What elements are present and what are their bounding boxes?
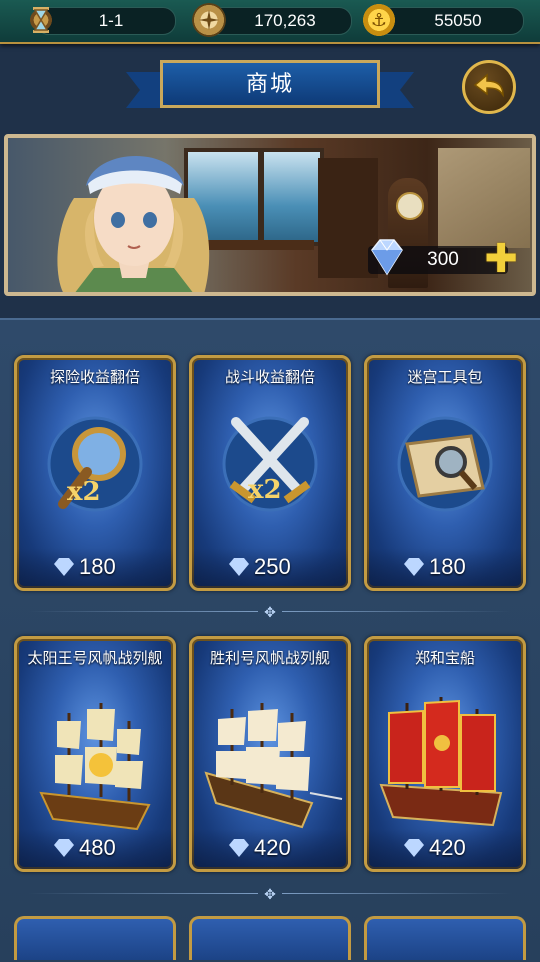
shop-item-card-partial[interactable] bbox=[14, 916, 176, 960]
anchor-coin-icon: ⚓ bbox=[362, 3, 396, 37]
item-price: 480 bbox=[79, 835, 116, 860]
item-name: 太阳王号风帆战列舰 bbox=[27, 650, 163, 667]
item-name: 战斗收益翻倍 bbox=[224, 369, 315, 386]
diamond-icon bbox=[54, 558, 74, 576]
shop-item-card-partial[interactable] bbox=[364, 916, 526, 960]
sun-king-ship-icon bbox=[39, 703, 151, 831]
plus-icon: ✚ bbox=[484, 237, 518, 281]
item-name: 郑和宝船 bbox=[414, 650, 475, 667]
diamond-icon bbox=[229, 839, 249, 857]
svg-text:x2: x2 bbox=[248, 475, 282, 505]
resource-bar: 1-1 170,263 55050 ⚓ bbox=[0, 0, 540, 44]
map-scroll-icon bbox=[397, 416, 493, 512]
shop-item-card[interactable]: 探险收益翻倍 x2 180 bbox=[14, 355, 176, 591]
page-title: 商城 bbox=[160, 60, 380, 108]
shop-item-card[interactable]: 战斗收益翻倍 x2 250 bbox=[189, 355, 351, 591]
shop-item-card-partial[interactable] bbox=[189, 916, 351, 960]
clock-face bbox=[396, 192, 424, 220]
gold-value: 170,263 bbox=[254, 11, 316, 30]
back-arrow-icon bbox=[473, 73, 504, 98]
item-price: 250 bbox=[254, 554, 291, 579]
stage-value: 1-1 bbox=[98, 11, 124, 30]
item-price: 420 bbox=[429, 835, 466, 860]
title-ribbon-right bbox=[374, 72, 414, 108]
coin-value: 55050 bbox=[434, 11, 482, 30]
diamond-icon bbox=[54, 839, 74, 857]
shop-item-card[interactable]: 郑和宝船 420 bbox=[364, 636, 526, 872]
diamond-icon bbox=[371, 239, 403, 276]
gold-counter: 170,263 bbox=[206, 7, 352, 35]
coin-counter: 55050 bbox=[376, 7, 524, 35]
shop-item-card[interactable]: 迷宫工具包 180 bbox=[364, 355, 526, 591]
navigator-portrait bbox=[57, 155, 210, 292]
shop-item-card[interactable]: 太阳王号风帆战列舰 480 bbox=[14, 636, 176, 872]
hourglass-icon bbox=[24, 3, 58, 37]
shop-item-card[interactable]: 胜利号风帆战列舰 420 bbox=[189, 636, 351, 872]
banner-map bbox=[438, 148, 530, 248]
svg-text:x2: x2 bbox=[67, 477, 101, 507]
diamond-icon bbox=[404, 839, 424, 857]
back-button[interactable] bbox=[462, 60, 516, 114]
banner-window bbox=[260, 148, 324, 246]
add-diamonds-button[interactable]: ✚ bbox=[484, 239, 518, 279]
row-divider: ✥ bbox=[0, 604, 540, 620]
item-name: 胜利号风帆战列舰 bbox=[209, 650, 330, 667]
crossed-swords-x2-icon: x2 bbox=[222, 416, 318, 512]
item-price: 420 bbox=[254, 835, 291, 860]
diamond-icon bbox=[229, 558, 249, 576]
compass-coin-icon bbox=[192, 3, 226, 37]
row-divider: ✥ bbox=[0, 886, 540, 902]
treasure-junk-icon bbox=[379, 697, 503, 827]
item-name: 探险收益翻倍 bbox=[49, 369, 140, 386]
item-price: 180 bbox=[429, 554, 466, 579]
item-price: 180 bbox=[79, 554, 116, 579]
item-name: 迷宫工具包 bbox=[407, 369, 483, 386]
victory-ship-icon bbox=[204, 703, 343, 829]
diamond-icon bbox=[404, 558, 424, 576]
shop-banner: 300 ✚ bbox=[4, 134, 536, 296]
diamond-count: 300 bbox=[427, 249, 459, 270]
magnifier-x2-icon: x2 bbox=[47, 416, 143, 512]
